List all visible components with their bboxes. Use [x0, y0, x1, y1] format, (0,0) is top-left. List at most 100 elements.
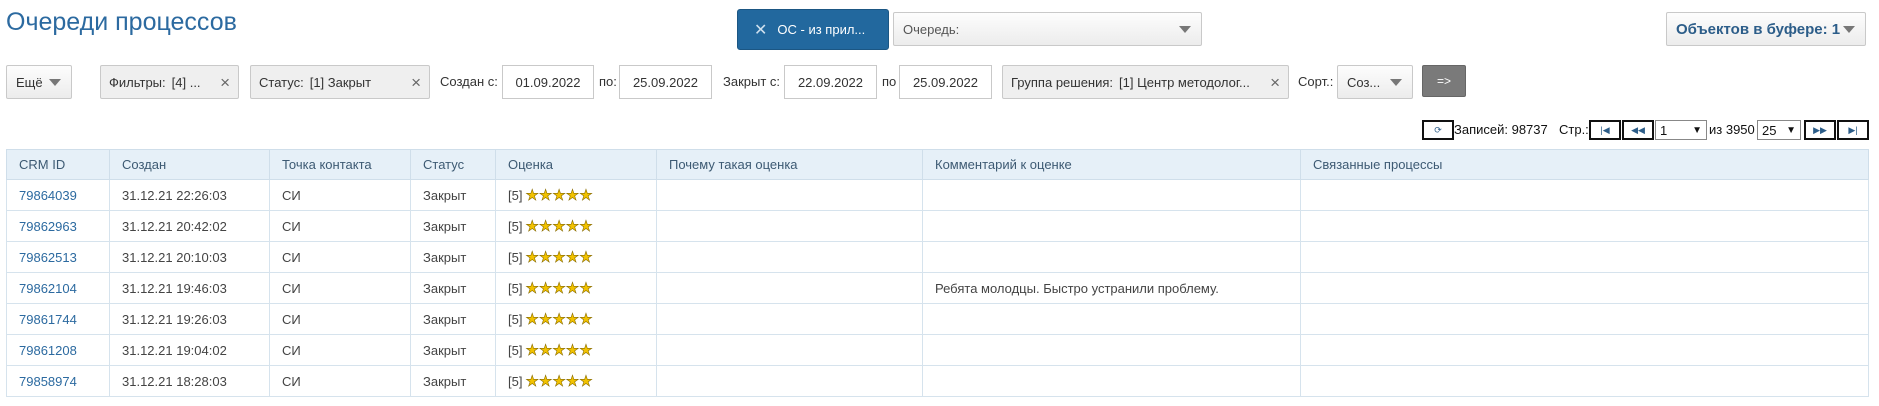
created-cell: 31.12.21 18:28:03 [109, 365, 270, 397]
star-icon: ★★★★★ [525, 311, 593, 329]
rating-cell: [5] ★★★★★ [495, 334, 657, 366]
contact-point-cell: СИ [269, 210, 411, 242]
page-size-value: 25 [1762, 122, 1777, 138]
star-icon: ★★★★★ [525, 342, 593, 360]
star-icon: ★★★★★ [525, 280, 593, 298]
created-from-field[interactable]: 01.09.2022 [502, 65, 594, 99]
page-select[interactable]: 1 ▼ [1655, 120, 1707, 140]
crm-id-link[interactable]: 79858974 [6, 365, 110, 397]
column-header[interactable]: Точка контакта [269, 149, 411, 180]
chevron-down-icon [49, 79, 61, 86]
queue-select[interactable]: Очередь: [893, 12, 1202, 46]
close-icon[interactable]: × [411, 73, 421, 93]
column-header[interactable]: Оценка [495, 149, 657, 180]
related-processes-cell [1300, 179, 1869, 211]
status-cell: Закрыт [410, 179, 496, 211]
status-cell: Закрыт [410, 210, 496, 242]
rating-comment-cell [922, 334, 1301, 366]
crm-id-link[interactable]: 79862104 [6, 272, 110, 304]
page-total: из 3950 [1709, 122, 1755, 137]
status-chip-label: Статус: [259, 74, 304, 90]
page-size-select[interactable]: 25 ▼ [1757, 120, 1801, 140]
star-icon: ★★★★★ [525, 249, 593, 267]
filters-chip-label: Фильтры: [109, 74, 166, 90]
created-cell: 31.12.21 19:46:03 [109, 272, 270, 304]
next-page-button[interactable]: ▶▶ [1804, 120, 1836, 140]
rating-reason-cell [656, 241, 923, 273]
more-button[interactable]: Ещё [6, 65, 72, 99]
group-chip-value: [1] Центр методолог... [1119, 74, 1250, 90]
last-page-button[interactable]: ▶| [1837, 120, 1869, 140]
rating-value: [5] [508, 250, 523, 265]
queue-tab-active[interactable]: ✕ ОС - из прил... [737, 9, 889, 50]
crm-id-link[interactable]: 79862513 [6, 241, 110, 273]
chevron-down-icon [1843, 26, 1855, 33]
rating-value: [5] [508, 374, 523, 389]
table-row[interactable]: 79864039 31.12.21 22:26:03 СИ Закрыт [5] ★★★★… [6, 179, 1869, 211]
rating-value: [5] [508, 281, 523, 296]
contact-point-cell: СИ [269, 334, 411, 366]
table-row[interactable]: 79862104 31.12.21 19:46:03 СИ Закрыт [5] ★★★★… [6, 272, 1869, 304]
close-icon[interactable]: × [1270, 73, 1280, 93]
related-processes-cell [1300, 210, 1869, 242]
records-count: Записей: 98737 [1454, 122, 1548, 137]
closed-from-label: Закрыт с: [723, 74, 781, 89]
column-header[interactable]: Статус [410, 149, 496, 180]
status-cell: Закрыт [410, 365, 496, 397]
created-to-label: по: [599, 74, 617, 89]
crm-id-link[interactable]: 79864039 [6, 179, 110, 211]
buffer-dropdown[interactable]: Объектов в буфере: 1 [1666, 12, 1866, 46]
refresh-icon: ⟳ [1434, 124, 1442, 135]
created-from-label: Создан с: [440, 74, 498, 89]
table-body: 79864039 31.12.21 22:26:03 СИ Закрыт [5] ★★★★… [6, 179, 1869, 397]
table-row[interactable]: 79862963 31.12.21 20:42:02 СИ Закрыт [5] ★★★★… [6, 210, 1869, 242]
rating-comment-cell: Ребята молодцы. Быстро устранили проблем… [922, 272, 1301, 304]
closed-to-field[interactable]: 25.09.2022 [899, 65, 992, 99]
column-header[interactable]: Почему такая оценка [656, 149, 923, 180]
rating-reason-cell [656, 179, 923, 211]
apply-button[interactable]: => [1422, 65, 1466, 97]
created-cell: 31.12.21 22:26:03 [109, 179, 270, 211]
created-cell: 31.12.21 20:42:02 [109, 210, 270, 242]
column-header[interactable]: Связанные процессы [1300, 149, 1869, 180]
column-header[interactable]: Комментарий к оценке [922, 149, 1301, 180]
prev-page-icon: ◀◀ [1631, 124, 1645, 135]
status-chip[interactable]: Статус: [1] Закрыт × [250, 65, 430, 99]
chevron-down-icon [1390, 79, 1402, 86]
rating-reason-cell [656, 334, 923, 366]
contact-point-cell: СИ [269, 303, 411, 335]
column-header[interactable]: Создан [109, 149, 270, 180]
column-header[interactable]: CRM ID [6, 149, 110, 180]
table-row[interactable]: 79858974 31.12.21 18:28:03 СИ Закрыт [5] ★★★★… [6, 365, 1869, 397]
refresh-button[interactable]: ⟳ [1422, 120, 1454, 140]
close-icon[interactable]: × [220, 73, 230, 93]
chevron-down-icon: ▼ [1786, 125, 1796, 136]
table-row[interactable]: 79862513 31.12.21 20:10:03 СИ Закрыт [5] ★★★★… [6, 241, 1869, 273]
prev-page-button[interactable]: ◀◀ [1622, 120, 1654, 140]
contact-point-cell: СИ [269, 241, 411, 273]
group-chip[interactable]: Группа решения: [1] Центр методолог... × [1002, 65, 1289, 99]
close-icon[interactable]: ✕ [754, 20, 767, 40]
crm-id-link[interactable]: 79862963 [6, 210, 110, 242]
created-cell: 31.12.21 19:26:03 [109, 303, 270, 335]
status-cell: Закрыт [410, 334, 496, 366]
rating-reason-cell [656, 365, 923, 397]
page-label: Стр.: [1559, 122, 1589, 137]
closed-from-field[interactable]: 22.09.2022 [784, 65, 877, 99]
first-page-button[interactable]: |◀ [1589, 120, 1621, 140]
rating-cell: [5] ★★★★★ [495, 241, 657, 273]
contact-point-cell: СИ [269, 179, 411, 211]
rating-cell: [5] ★★★★★ [495, 365, 657, 397]
filters-chip[interactable]: Фильтры: [4] ... × [100, 65, 239, 99]
chevron-down-icon: ▼ [1692, 125, 1702, 136]
rating-reason-cell [656, 303, 923, 335]
table-header-row: CRM ID Создан Точка контакта Статус Оценка По… [6, 149, 1869, 180]
table-row[interactable]: 79861208 31.12.21 19:04:02 СИ Закрыт [5] ★★★★… [6, 334, 1869, 366]
crm-id-link[interactable]: 79861744 [6, 303, 110, 335]
created-to-field[interactable]: 25.09.2022 [619, 65, 712, 99]
table-row[interactable]: 79861744 31.12.21 19:26:03 СИ Закрыт [5] ★★★★… [6, 303, 1869, 335]
group-chip-label: Группа решения: [1011, 74, 1114, 90]
related-processes-cell [1300, 334, 1869, 366]
crm-id-link[interactable]: 79861208 [6, 334, 110, 366]
sort-select[interactable]: Соз... [1337, 65, 1413, 99]
